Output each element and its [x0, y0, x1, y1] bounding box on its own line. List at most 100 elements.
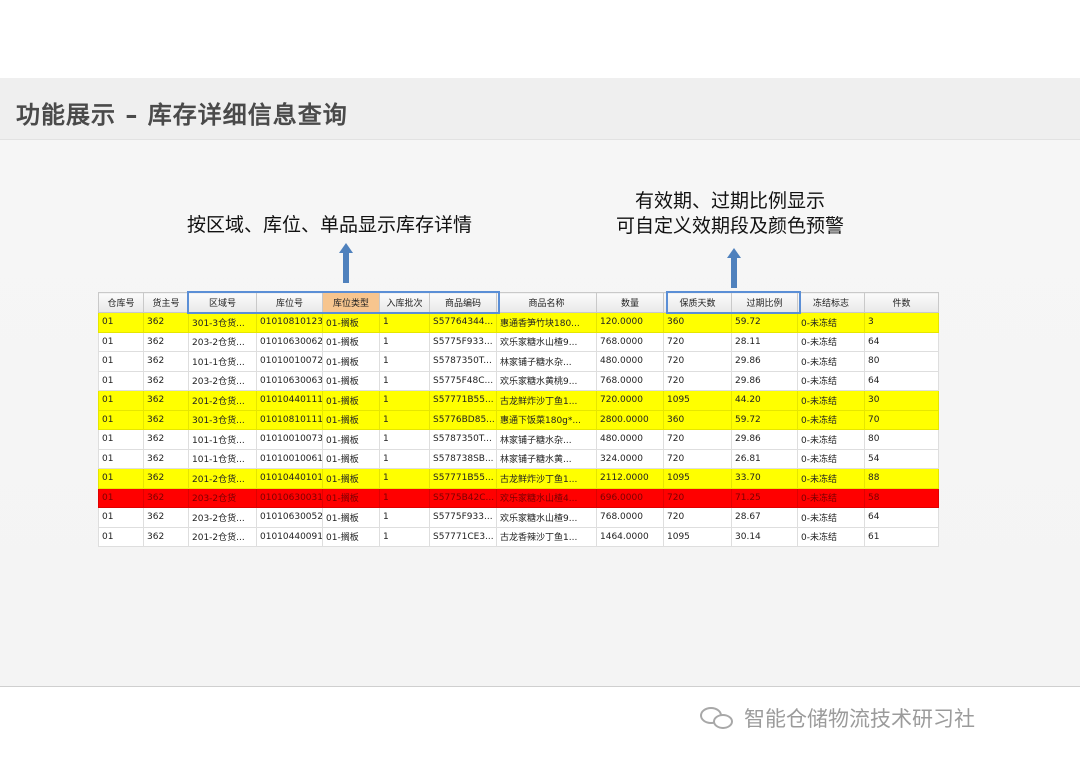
column-header[interactable]: 库位号 [256, 292, 323, 313]
table-cell: S57764344... [429, 312, 497, 333]
table-cell: 1 [379, 409, 430, 430]
table-row[interactable]: 01 362 203-2仓货... 01010630062 01-搁板 1 S5775F93… [98, 331, 939, 352]
table-cell: 林家铺子糖水杂... [496, 429, 597, 450]
table-cell: 480.0000 [596, 429, 664, 450]
table-cell: 1 [379, 507, 430, 528]
slide-title: 功能展示 – 库存详细信息查询 [16, 101, 348, 129]
table-cell: 362 [143, 468, 189, 489]
table-cell: 1 [379, 448, 430, 469]
footer-account-name: 智能仓储物流技术研习社 [744, 707, 975, 731]
table-cell: 28.67 [731, 507, 798, 528]
table-cell: 01 [98, 448, 144, 469]
table-cell: 101-1仓货... [188, 429, 257, 450]
table-row[interactable]: 01 362 301-3仓货... 01010810111 01-搁板 1 S5776BD8… [98, 409, 939, 430]
column-header[interactable]: 商品编码 [429, 292, 497, 313]
column-header[interactable]: 数量 [596, 292, 664, 313]
table-cell: 720 [663, 448, 732, 469]
table-cell: 01-搁板 [322, 409, 380, 430]
caption-right-line2: 可自定义效期段及颜色预警 [615, 215, 844, 237]
table-cell: 30 [864, 390, 939, 411]
table-row[interactable]: 01 362 203-2仓货... 01010630063 01-搁板 1 S5775F48… [98, 370, 939, 391]
caption-right: 有效期、过期比例显示 可自定义效期段及颜色预警 [590, 189, 870, 239]
column-header[interactable]: 货主号 [143, 292, 189, 313]
table-cell: 01 [98, 370, 144, 391]
table-cell: 01010630062 [256, 331, 323, 352]
table-cell: 1 [379, 351, 430, 372]
table-cell: 01-搁板 [322, 331, 380, 352]
table-cell: 01 [98, 507, 144, 528]
table-cell: 201-2仓货... [188, 526, 257, 547]
table-cell: 768.0000 [596, 331, 664, 352]
column-header[interactable]: 过期比例 [731, 292, 798, 313]
table-cell: 01 [98, 487, 144, 508]
table-cell: 362 [143, 448, 189, 469]
table-cell: 71.25 [731, 487, 798, 508]
table-header-row: 仓库号 货主号 区域号 库位号 库位类型 入库批次 商品编码 商品名称 数量 保… [98, 292, 939, 313]
table-cell: 101-1仓货... [188, 448, 257, 469]
table-cell: S57771B55... [429, 468, 497, 489]
table-cell: 01-搁板 [322, 448, 380, 469]
table-cell: 3 [864, 312, 939, 333]
table-row[interactable]: 01 362 203-2仓货 01010630031 01-搁板 1 S5775B42C..… [98, 487, 939, 508]
table-cell: 80 [864, 351, 939, 372]
table-cell: 01-搁板 [322, 351, 380, 372]
table-cell: 01 [98, 331, 144, 352]
column-header[interactable]: 入库批次 [379, 292, 430, 313]
table-cell: 203-2仓货... [188, 331, 257, 352]
table-cell: 林家铺子糖水黄... [496, 448, 597, 469]
table-cell: 01 [98, 312, 144, 333]
table-cell: 301-3仓货... [188, 312, 257, 333]
table-cell: 01010010061 [256, 448, 323, 469]
table-cell: 101-1仓货... [188, 351, 257, 372]
column-header[interactable]: 件数 [864, 292, 939, 313]
table-cell: 362 [143, 390, 189, 411]
column-header[interactable]: 保质天数 [663, 292, 732, 313]
table-cell: 201-2仓货... [188, 390, 257, 411]
column-header[interactable]: 商品名称 [496, 292, 597, 313]
table-cell: 01010010072 [256, 351, 323, 372]
table-cell: 0-未冻结 [797, 526, 865, 547]
table-row[interactable]: 01 362 201-2仓货... 01010440091 01-搁板 1 S57771CE… [98, 526, 939, 547]
table-cell: 0-未冻结 [797, 507, 865, 528]
table-row[interactable]: 01 362 201-2仓货... 01010440101 01-搁板 1 S57771B5… [98, 468, 939, 489]
table-cell: 26.81 [731, 448, 798, 469]
table-row[interactable]: 01 362 301-3仓货... 01010810123 01-搁板 1 S5776434… [98, 312, 939, 333]
table-row[interactable]: 01 362 203-2仓货... 01010630052 01-搁板 1 S5775F93… [98, 507, 939, 528]
table-cell: 29.86 [731, 351, 798, 372]
table-cell: 2800.0000 [596, 409, 664, 430]
table-row[interactable]: 01 362 101-1仓货... 01010010073 01-搁板 1 S5787350… [98, 429, 939, 450]
column-header-selected[interactable]: 库位类型 [322, 292, 380, 313]
table-cell: 362 [143, 331, 189, 352]
table-cell: 28.11 [731, 331, 798, 352]
table-cell: 203-2仓货... [188, 370, 257, 391]
table-cell: 01010630063 [256, 370, 323, 391]
table-cell: 01010630052 [256, 507, 323, 528]
table-cell: 362 [143, 312, 189, 333]
table-cell: 0-未冻结 [797, 448, 865, 469]
table-cell: 80 [864, 429, 939, 450]
table-cell: 30.14 [731, 526, 798, 547]
table-cell: 01010440101 [256, 468, 323, 489]
table-cell: 林家铺子糖水杂... [496, 351, 597, 372]
table-cell: 362 [143, 487, 189, 508]
table-cell: 0-未冻结 [797, 468, 865, 489]
table-cell: 29.86 [731, 370, 798, 391]
table-cell: 360 [663, 409, 732, 430]
table-cell: 古龙香辣沙丁鱼1... [496, 526, 597, 547]
wechat-icon [700, 705, 736, 731]
table-cell: 362 [143, 526, 189, 547]
table-row[interactable]: 01 362 101-1仓货... 01010010061 01-搁板 1 S578738S… [98, 448, 939, 469]
table-cell: 362 [143, 351, 189, 372]
table-cell: 1464.0000 [596, 526, 664, 547]
table-row[interactable]: 01 362 201-2仓货... 01010440111 01-搁板 1 S57771B5… [98, 390, 939, 411]
table-cell: S57771CE3... [429, 526, 497, 547]
column-header[interactable]: 冻结标志 [797, 292, 865, 313]
column-header[interactable]: 区域号 [188, 292, 257, 313]
column-header[interactable]: 仓库号 [98, 292, 144, 313]
table-cell: 1 [379, 312, 430, 333]
table-cell: 01 [98, 390, 144, 411]
table-row[interactable]: 01 362 101-1仓货... 01010010072 01-搁板 1 S5787350… [98, 351, 939, 372]
table-cell: 59.72 [731, 312, 798, 333]
table-cell: 古龙鲜炸沙丁鱼1... [496, 390, 597, 411]
table-cell: 362 [143, 429, 189, 450]
